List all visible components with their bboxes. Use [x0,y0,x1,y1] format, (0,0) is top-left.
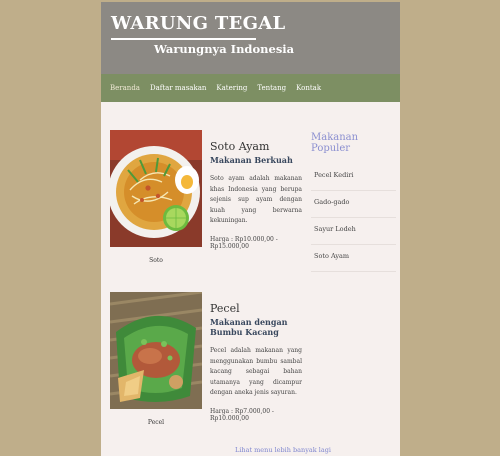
sidebar-title: Makanan Populer [311,132,359,154]
article-description: Soto ayam adalah makanan khas Indonesia … [210,175,302,224]
pecel-figure: Pecel [109,290,203,426]
main-nav: Beranda Daftar masakan Katering Tentang … [101,74,400,102]
more-menu-link[interactable]: Lihat menu lebih banyak lagi [235,446,331,454]
soto-caption: Soto [149,257,163,264]
nav-item-katering[interactable]: Katering [216,84,247,92]
site-tagline: Warungnya Indonesia [154,42,295,56]
pecel-image [109,290,203,409]
article-subtitle: Makanan Berkuah [210,155,293,165]
pecel-caption: Pecel [147,419,165,426]
popular-sidebar: Makanan Populer Pecel Kediri Gado-gado S… [311,132,396,272]
article-subtitle: Makanan dengan Bumbu Kacang [210,317,288,337]
site-title: WARUNG TEGAL [111,13,286,34]
main-content: Soto Soto Ayam Makanan Berkuah Soto ayam… [101,102,400,456]
pecel-text: Pecel Makanan dengan Bumbu Kacang Pecel … [210,292,302,422]
sidebar-item-gado-gado[interactable]: Gado-gado [311,191,396,218]
article-price: Harga : Rp7.000,00 - Rp10.000,00 [210,407,274,422]
soto-text: Soto Ayam Makanan Berkuah Soto ayam adal… [210,130,302,250]
soto-ayam-image [108,130,202,247]
nav-item-tentang[interactable]: Tentang [257,84,286,92]
sidebar-item-pecel-kediri[interactable]: Pecel Kediri [311,164,396,191]
title-underline [111,38,256,40]
sidebar-item-soto-ayam[interactable]: Soto Ayam [311,245,396,272]
article-title: Soto Ayam [210,140,270,153]
article-price: Harga : Rp10.000,00 - Rp15.000,00 [210,235,278,250]
nav-item-kontak[interactable]: Kontak [296,84,321,92]
article-title: Pecel [210,302,240,315]
site-header: WARUNG TEGAL Warungnya Indonesia [101,2,400,74]
soto-figure: Soto [108,130,202,264]
article-description: Pecel adalah makanan yang menggunakan bu… [210,347,302,396]
nav-item-daftar-masakan[interactable]: Daftar masakan [150,84,206,92]
page: WARUNG TEGAL Warungnya Indonesia Beranda… [101,2,400,456]
nav-item-beranda[interactable]: Beranda [110,84,140,92]
sidebar-item-sayur-lodeh[interactable]: Sayur Lodeh [311,218,396,245]
